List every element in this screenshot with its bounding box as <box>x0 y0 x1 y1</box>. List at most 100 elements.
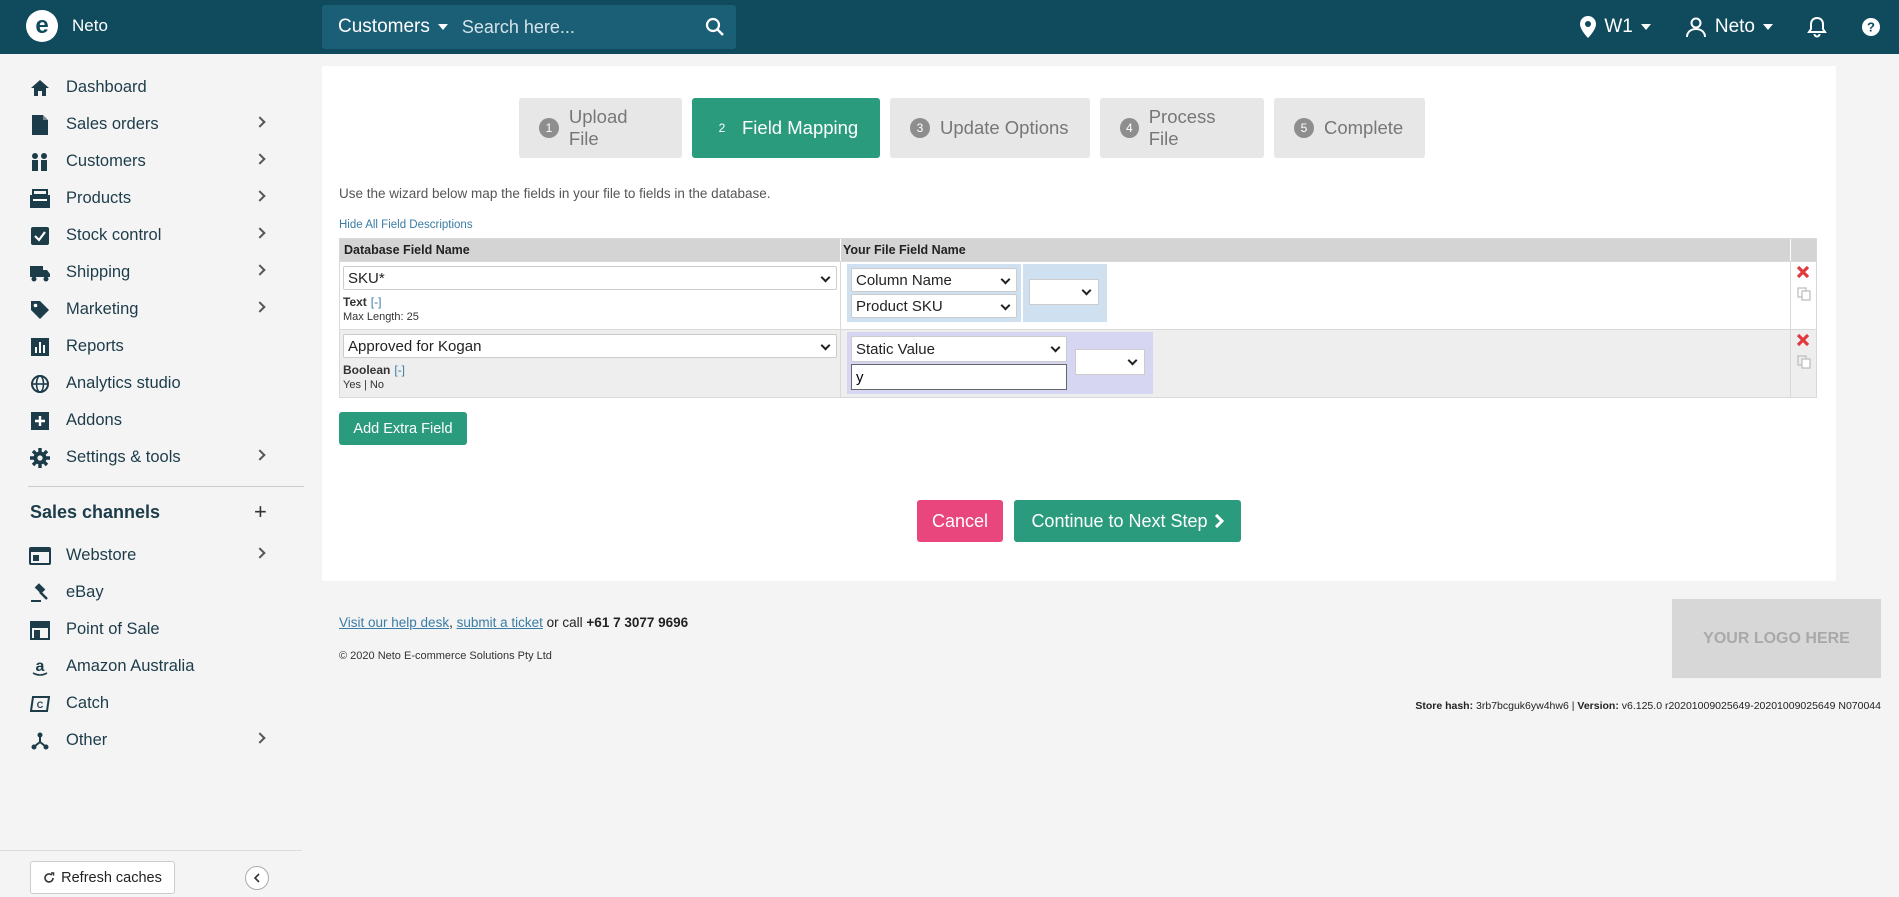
step-field-mapping[interactable]: 2 Field Mapping <box>692 98 880 158</box>
refresh-caches-button[interactable]: Refresh caches <box>30 861 175 894</box>
sidebar-item-label: Point of Sale <box>66 620 160 638</box>
step-update-options[interactable]: 3 Update Options <box>890 98 1090 158</box>
sidebar-item-label: Customers <box>66 152 146 170</box>
sidebar-item-label: Amazon Australia <box>66 657 195 675</box>
step-label: Process File <box>1148 106 1216 149</box>
amazon-icon: a <box>28 655 52 679</box>
toggle-description-link[interactable]: [-] <box>394 363 405 377</box>
column-header-db-field: Database Field Name <box>340 239 841 261</box>
source-column-value: Product SKU <box>856 297 943 315</box>
bell-icon <box>1807 16 1827 38</box>
delete-row-icon[interactable] <box>1796 333 1810 352</box>
user-menu[interactable]: Neto <box>1685 16 1773 38</box>
toggle-description-link[interactable]: [-] <box>371 295 382 309</box>
cancel-button[interactable]: Cancel <box>917 500 1003 542</box>
location-menu[interactable]: W1 <box>1580 16 1651 38</box>
step-label: Upload File <box>568 106 628 149</box>
chevron-right-icon <box>254 153 266 165</box>
submit-ticket-link[interactable]: submit a ticket <box>457 615 543 630</box>
sidebar-item-analytics-studio[interactable]: Analytics studio <box>0 365 302 402</box>
gavel-icon <box>28 581 52 605</box>
sidebar-item-label: Shipping <box>66 263 131 281</box>
column-header-actions <box>1791 239 1816 261</box>
sidebar-item-shipping[interactable]: Shipping <box>0 254 302 291</box>
sales-channels-nav: Webstore eBay Point of Sale a Amazon Aus… <box>0 537 302 759</box>
sidebar-item-label: Reports <box>66 337 124 355</box>
box-icon <box>28 187 52 211</box>
search-icon[interactable] <box>694 5 736 49</box>
tag-icon <box>28 298 52 322</box>
field-description: Max Length: 25 <box>343 311 419 323</box>
svg-text:C: C <box>37 700 44 710</box>
sidebar-item-customers[interactable]: Customers <box>0 143 302 180</box>
caret-down-icon <box>1640 24 1651 30</box>
sidebar-item-ebay[interactable]: eBay <box>0 574 302 611</box>
collapse-sidebar-button[interactable] <box>245 866 269 890</box>
brand[interactable]: e Neto <box>26 10 108 42</box>
location-pin-icon <box>1580 16 1597 38</box>
step-number: 3 <box>910 118 930 138</box>
sidebar-item-amazon-australia[interactable]: a Amazon Australia <box>0 648 302 685</box>
source-type-select[interactable]: Static Value <box>851 336 1067 362</box>
step-complete[interactable]: 5 Complete <box>1274 98 1425 158</box>
chevron-left-icon <box>253 873 260 883</box>
chevron-down-icon <box>1000 274 1011 285</box>
sidebar-item-marketing[interactable]: Marketing <box>0 291 302 328</box>
sidebar-item-other[interactable]: Other <box>0 722 302 759</box>
source-mapping-box: Column Name Product SKU <box>847 264 1021 322</box>
static-value-input[interactable] <box>851 364 1067 390</box>
source-column-select[interactable]: Product SKU <box>851 294 1017 318</box>
field-type-label: Boolean <box>343 363 391 377</box>
source-mapping-box: Static Value <box>847 332 1071 394</box>
add-channel-plus-icon[interactable]: + <box>254 499 267 525</box>
notifications-button[interactable] <box>1807 16 1827 38</box>
step-process-file[interactable]: 4 Process File <box>1100 98 1264 158</box>
sidebar-item-addons[interactable]: Addons <box>0 402 302 439</box>
search-input[interactable] <box>447 16 694 38</box>
sidebar-item-point-of-sale[interactable]: Point of Sale <box>0 611 302 648</box>
sidebar: Dashboard Sales orders Customers Product… <box>0 54 304 897</box>
version-value: v6.125.0 r20201009025649-20201009025649 … <box>1621 700 1881 712</box>
delete-row-icon[interactable] <box>1796 265 1810 284</box>
copy-row-icon[interactable] <box>1797 287 1811 306</box>
field-mapping-table: Database Field Name Your File Field Name… <box>339 238 1817 398</box>
chevron-right-icon <box>254 449 266 461</box>
hide-field-descriptions-link[interactable]: Hide All Field Descriptions <box>339 219 473 231</box>
or-call-text: or call <box>546 615 583 630</box>
continue-next-step-button[interactable]: Continue to Next Step <box>1014 500 1241 542</box>
sidebar-item-products[interactable]: Products <box>0 180 302 217</box>
table-row: SKU* Text [-] Max Length: 25 Column Name … <box>340 261 1816 329</box>
db-field-value: SKU* <box>348 269 385 287</box>
step-label: Update Options <box>940 117 1069 138</box>
logo-placeholder: YOUR LOGO HERE <box>1672 599 1881 678</box>
source-type-select[interactable]: Column Name <box>851 268 1017 292</box>
field-type: Text [-] <box>343 295 837 309</box>
db-field-select[interactable]: Approved for Kogan <box>343 334 837 358</box>
db-field-select[interactable]: SKU* <box>343 266 837 290</box>
step-number: 1 <box>539 118 559 138</box>
sidebar-item-label: Sales orders <box>66 115 159 133</box>
sidebar-item-reports[interactable]: Reports <box>0 328 302 365</box>
step-upload-file[interactable]: 1 Upload File <box>519 98 682 158</box>
file-field-cell: Static Value <box>841 330 1791 397</box>
help-button[interactable]: ? <box>1861 17 1881 37</box>
copy-row-icon[interactable] <box>1797 355 1811 374</box>
chart-icon <box>28 335 52 359</box>
sidebar-item-sales-orders[interactable]: Sales orders <box>0 106 302 143</box>
svg-text:a: a <box>36 658 45 675</box>
sidebar-item-dashboard[interactable]: Dashboard <box>0 69 302 106</box>
actions-cell <box>1791 330 1816 397</box>
table-header: Database Field Name Your File Field Name <box>340 239 1816 261</box>
sidebar-item-catch[interactable]: C Catch <box>0 685 302 722</box>
help-icon: ? <box>1862 18 1880 36</box>
search-scope-dropdown[interactable]: Customers <box>322 16 448 38</box>
sidebar-item-stock-control[interactable]: Stock control <box>0 217 302 254</box>
sidebar-item-settings-tools[interactable]: Settings & tools <box>0 439 302 476</box>
source-type-value: Static Value <box>856 340 935 358</box>
help-desk-link[interactable]: Visit our help desk <box>339 615 449 630</box>
chevron-right-icon <box>254 116 266 128</box>
modifier-select[interactable] <box>1075 349 1145 375</box>
sidebar-item-webstore[interactable]: Webstore <box>0 537 302 574</box>
add-extra-field-button[interactable]: Add Extra Field <box>339 412 467 445</box>
modifier-select[interactable] <box>1029 279 1099 305</box>
